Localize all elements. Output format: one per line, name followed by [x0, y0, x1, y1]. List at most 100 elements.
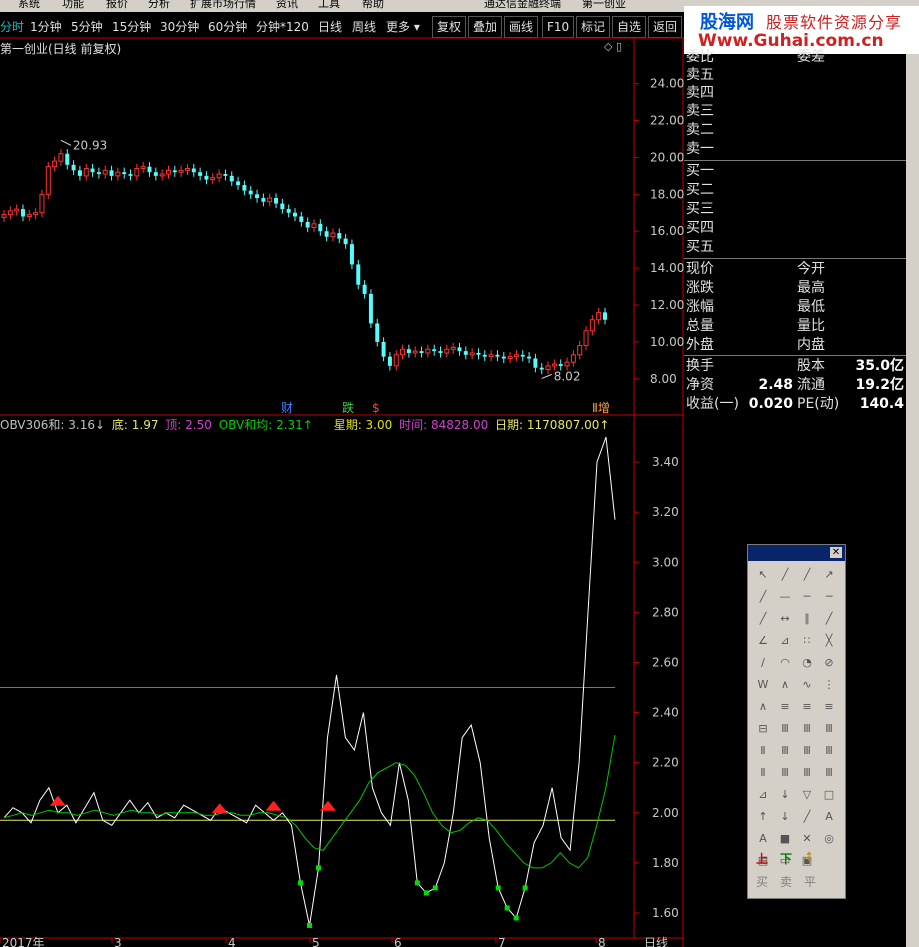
- candle-body: [242, 185, 247, 191]
- sell-2[interactable]: 卖二: [686, 121, 714, 139]
- drawing-tool-icon[interactable]: ↔: [776, 611, 794, 627]
- drawing-tool-icon[interactable]: ■: [776, 831, 794, 847]
- banner-url: Www.Guhai.com.cn: [698, 31, 884, 51]
- palette-sell-label[interactable]: 卖: [780, 873, 792, 890]
- drawing-tool-icon[interactable]: ◎: [820, 831, 838, 847]
- drawing-tool-icon[interactable]: Ⅲ: [776, 765, 794, 781]
- drawing-tool-icon[interactable]: ◔: [798, 655, 816, 671]
- drawing-tool-icon[interactable]: —: [776, 589, 794, 605]
- drawing-tool-icon[interactable]: ∥: [798, 611, 816, 627]
- drawing-tool-icon[interactable]: ↖: [754, 567, 772, 583]
- drawing-tool-icon[interactable]: ↓: [776, 787, 794, 803]
- candle-body: [513, 354, 519, 358]
- buy-signal-marker: [414, 880, 420, 886]
- buy-2[interactable]: 买二: [686, 181, 714, 199]
- drawing-tool-icon[interactable]: ≡: [776, 699, 794, 715]
- drawing-tool-icon[interactable]: [820, 853, 838, 869]
- drawing-tool-icon[interactable]: ╳: [820, 633, 838, 649]
- candle-body: [128, 174, 133, 176]
- indicator-obv-value: OBV306和: 3.16↓: [0, 418, 106, 432]
- drawing-tool-icon[interactable]: ⊘: [820, 655, 838, 671]
- candle-body: [83, 168, 89, 177]
- drawing-tool-icon[interactable]: ↗: [820, 567, 838, 583]
- candle-body: [520, 354, 525, 357]
- buy-5[interactable]: 买五: [686, 238, 714, 256]
- sell-3[interactable]: 卖三: [686, 102, 714, 120]
- drawing-tool-icon[interactable]: Ⅱ: [754, 743, 772, 759]
- drawing-tool-icon[interactable]: ⊿: [776, 633, 794, 649]
- drawing-tool-icon[interactable]: ─: [798, 589, 816, 605]
- drawing-tool-icon[interactable]: A: [820, 809, 838, 825]
- candle-body: [381, 341, 386, 357]
- sell-5[interactable]: 卖五: [686, 66, 714, 84]
- low-price-label: 8.02: [554, 369, 581, 383]
- drawing-tool-icon[interactable]: ╱: [776, 567, 794, 583]
- palette-up-label[interactable]: 上: [756, 850, 768, 867]
- drawing-tool-icon[interactable]: ╱: [820, 611, 838, 627]
- drawing-tool-icon[interactable]: ∧: [776, 677, 794, 693]
- candle-body: [147, 166, 152, 173]
- drawing-tool-icon[interactable]: Ⅲ: [798, 721, 816, 737]
- drawing-tool-icon[interactable]: ✕: [798, 831, 816, 847]
- drawing-tool-icon[interactable]: W: [754, 677, 772, 693]
- drawing-tool-icon[interactable]: Ⅲ: [820, 743, 838, 759]
- kline-chart[interactable]: 24.00 22.00 20.00 18.00 16.00 14.00 12.00 10.00…: [0, 0, 684, 947]
- drawing-tool-icon[interactable]: Ⅲ: [820, 765, 838, 781]
- quote-panel: 委比 委差 卖五 卖四 卖三 卖二 卖一 买一 买二 买三 买四 买五 现价 涨…: [684, 49, 906, 414]
- drawing-tool-icon[interactable]: Ⅱ: [754, 765, 772, 781]
- sell-4[interactable]: 卖四: [686, 84, 714, 102]
- close-icon[interactable]: ✕: [830, 547, 842, 558]
- candle-body: [115, 171, 121, 177]
- drawing-tool-icon[interactable]: □: [820, 787, 838, 803]
- candle-body: [450, 346, 456, 350]
- candle-body: [39, 193, 45, 214]
- drawing-tool-icon[interactable]: ▽: [798, 787, 816, 803]
- drawing-tool-palette[interactable]: ✕ ↖ ╱ ╱ ↗ ╱ — ─ ─ ╱ ↔ ∥ ╱ ∠ ⊿ ∷ ╳ ∕ ◠ ◔ ⊘ W ∧ ∿ ⋮ ∧ ≡ ≡ ≡ ⊟ Ⅲ Ⅲ Ⅲ Ⅱ Ⅲ Ⅲ Ⅲ Ⅱ Ⅲ…: [747, 544, 846, 899]
- label-turnover: 换手: [686, 358, 714, 374]
- palette-down-label[interactable]: 下: [780, 850, 792, 867]
- palette-flat-label[interactable]: 平: [804, 873, 816, 890]
- right-toolbar-strip[interactable]: [906, 54, 919, 947]
- palette-updown-icon[interactable]: ↕: [804, 850, 814, 864]
- drawing-tool-icon[interactable]: ╱: [754, 589, 772, 605]
- low-pointer: [541, 373, 552, 379]
- drawing-tool-icon[interactable]: Ⅲ: [798, 765, 816, 781]
- candle-body: [400, 348, 406, 356]
- drawing-tool-icon[interactable]: ─: [820, 589, 838, 605]
- event-marker: $: [372, 401, 380, 415]
- drawing-tool-icon[interactable]: ∷: [798, 633, 816, 649]
- drawing-tool-icon[interactable]: Ⅲ: [798, 743, 816, 759]
- candle-body: [280, 203, 285, 210]
- candle-body: [109, 170, 114, 176]
- drawing-tool-icon[interactable]: ≡: [798, 699, 816, 715]
- drawing-tool-icon[interactable]: ⋮: [820, 677, 838, 693]
- drawing-tool-icon[interactable]: A: [754, 831, 772, 847]
- drawing-tool-icon[interactable]: ╱: [754, 611, 772, 627]
- candle-body: [58, 153, 64, 162]
- drawing-tool-icon[interactable]: ⊿: [754, 787, 772, 803]
- buy-3[interactable]: 买三: [686, 200, 714, 218]
- drawing-tool-icon[interactable]: Ⅲ: [820, 721, 838, 737]
- date-tick-label: 7: [498, 936, 506, 947]
- palette-titlebar[interactable]: ✕: [748, 545, 845, 561]
- buy-4[interactable]: 买四: [686, 219, 714, 237]
- buy-1[interactable]: 买一: [686, 162, 714, 180]
- drawing-tool-icon[interactable]: ≡: [820, 699, 838, 715]
- label-change: 涨跌: [686, 280, 714, 296]
- sell-1[interactable]: 卖一: [686, 140, 714, 158]
- drawing-tool-icon[interactable]: Ⅲ: [776, 721, 794, 737]
- palette-buy-label[interactable]: 买: [756, 873, 768, 890]
- drawing-tool-icon[interactable]: ∧: [754, 699, 772, 715]
- drawing-tool-icon[interactable]: ∠: [754, 633, 772, 649]
- drawing-tool-icon[interactable]: ◠: [776, 655, 794, 671]
- drawing-tool-icon[interactable]: ↓: [776, 809, 794, 825]
- drawing-tool-icon[interactable]: Ⅲ: [776, 743, 794, 759]
- drawing-tool-icon[interactable]: ∿: [798, 677, 816, 693]
- drawing-tool-icon[interactable]: ╱: [798, 567, 816, 583]
- drawing-tool-icon[interactable]: ⊟: [754, 721, 772, 737]
- price-tick-label: 10.00: [650, 335, 684, 349]
- candle-body: [90, 168, 95, 173]
- drawing-tool-icon[interactable]: ╱: [798, 809, 816, 825]
- drawing-tool-icon[interactable]: ↑: [754, 809, 772, 825]
- drawing-tool-icon[interactable]: ∕: [754, 655, 772, 671]
